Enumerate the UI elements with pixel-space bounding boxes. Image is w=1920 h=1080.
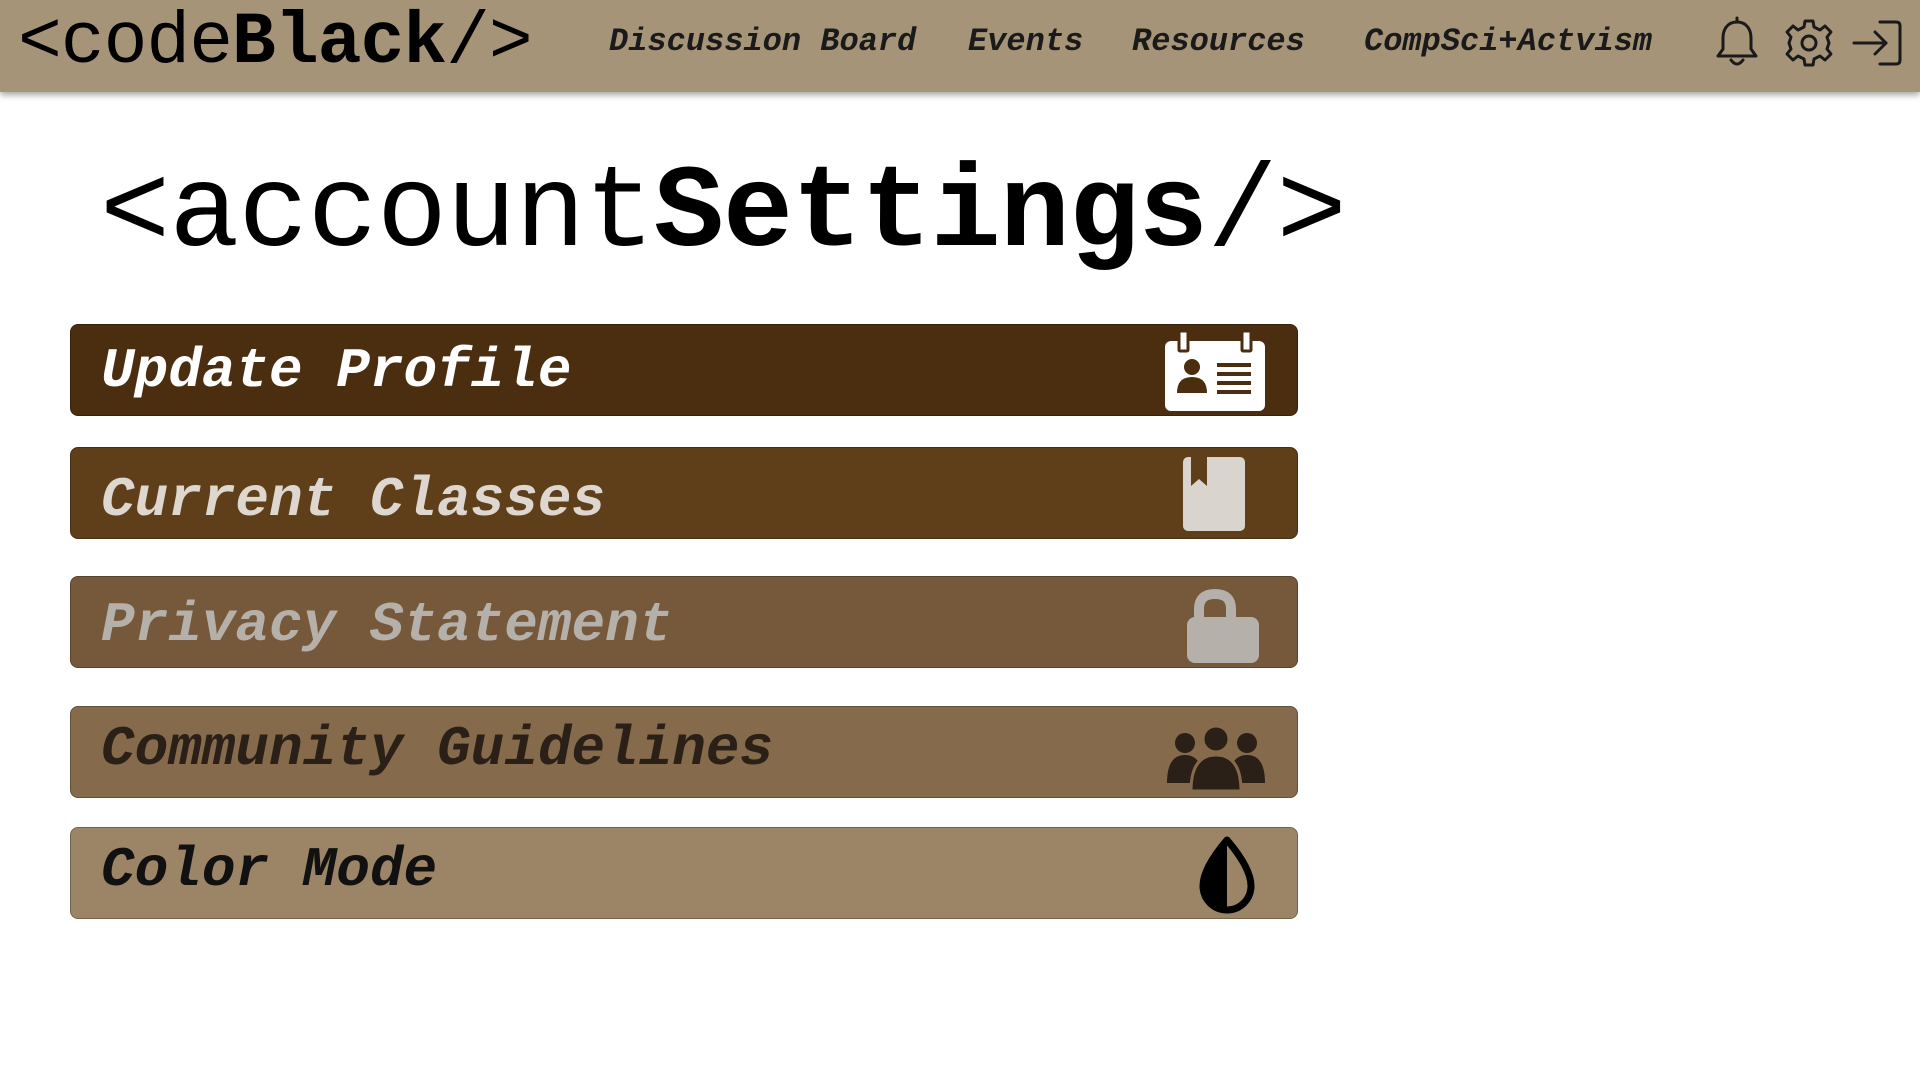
gear-icon[interactable] [1784, 16, 1834, 70]
site-logo[interactable]: <codeBlack/> [18, 1, 533, 84]
nav-link-compsci-activism[interactable]: CompSci+Actvism [1364, 22, 1652, 62]
current-classes-button[interactable]: Current Classes [70, 447, 1298, 539]
nav-link-resources[interactable]: Resources [1132, 22, 1305, 62]
bell-icon[interactable] [1712, 16, 1762, 70]
top-navigation-bar: <codeBlack/> Discussion Board Events Res… [0, 0, 1920, 92]
users-icon [1163, 707, 1267, 799]
lock-icon [1163, 577, 1267, 669]
community-guidelines-label: Community Guidelines [101, 717, 774, 781]
nav-link-events[interactable]: Events [968, 22, 1083, 62]
id-card-icon [1163, 325, 1267, 417]
logo-prefix: <code [18, 1, 233, 84]
title-prefix: <account [100, 149, 655, 281]
book-icon [1163, 448, 1267, 540]
update-profile-button[interactable]: Update Profile [70, 324, 1298, 416]
logo-suffix: /> [446, 1, 533, 84]
color-mode-button[interactable]: Color Mode [70, 827, 1298, 919]
privacy-statement-label: Privacy Statement [101, 593, 673, 657]
page-title: <accountSettings/> [100, 149, 1347, 281]
title-bold: Settings [653, 149, 1209, 281]
current-classes-label: Current Classes [101, 468, 606, 532]
logo-bold: Black [232, 1, 447, 84]
community-guidelines-button[interactable]: Community Guidelines [70, 706, 1298, 798]
nav-link-discussion-board[interactable]: Discussion Board [609, 22, 916, 62]
contrast-drop-icon [1163, 828, 1267, 920]
color-mode-label: Color Mode [101, 838, 438, 902]
sign-out-icon[interactable] [1850, 16, 1902, 70]
title-suffix: /> [1207, 149, 1346, 281]
update-profile-label: Update Profile [101, 339, 572, 403]
privacy-statement-button[interactable]: Privacy Statement [70, 576, 1298, 668]
